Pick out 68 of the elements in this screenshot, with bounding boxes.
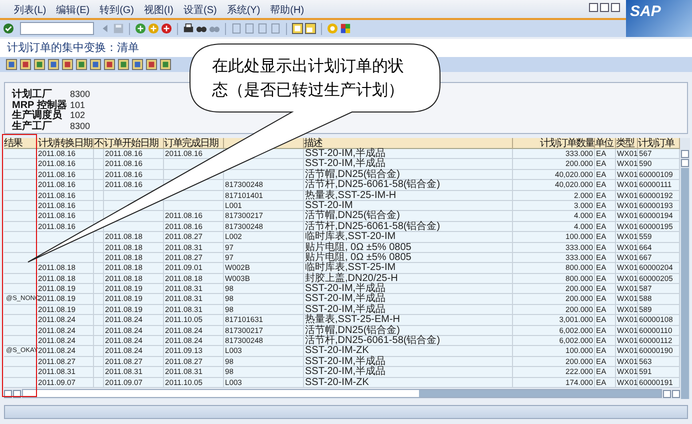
table-cell: SST-20-IM-ZK <box>305 376 369 388</box>
table-cell: 活节帽,DN25(铝合金) <box>305 210 400 222</box>
table-cell: 临时库表,SST-25-IM <box>305 262 396 274</box>
scroll-down-icon[interactable] <box>681 159 689 167</box>
table-cell: 贴片电阻, 0Ω ±5% 0805 <box>305 252 412 263</box>
table-cell: SST-20-IM <box>305 200 353 211</box>
print-icon[interactable] <box>183 23 194 34</box>
page-icon[interactable] <box>244 23 255 34</box>
maximize-icon[interactable] <box>600 3 609 12</box>
command-field[interactable] <box>20 22 94 35</box>
column-header[interactable]: 结果 <box>4 138 22 149</box>
table-cell: 封胶上盖,DN20/25-H <box>305 272 398 284</box>
table-cell: SST-20-IM,半成品 <box>305 366 386 378</box>
table-cell: 贴片电阻, 0Ω ±5% 0805 <box>305 242 412 253</box>
table-cell: 热量表,SST-25-IM-H <box>305 190 396 201</box>
table-cell: 热量表,SST-25-EM-H <box>305 314 400 326</box>
table-cell: 活节杆,DN25-6061-58(铝合金) <box>305 335 440 346</box>
field-label: 生产工厂 <box>12 120 53 133</box>
menu-item[interactable]: 系统(Y) <box>226 4 260 18</box>
field-value: 102 <box>70 110 86 120</box>
field-value: 8300 <box>70 120 90 131</box>
page-icon[interactable] <box>231 23 242 34</box>
table-cell: SST-20-IM-ZK <box>305 345 369 356</box>
menu-item[interactable]: 转到(G) <box>100 4 134 18</box>
scroll-right-icon[interactable] <box>672 390 680 398</box>
close-icon[interactable] <box>611 3 620 12</box>
logo-text: SAP <box>630 3 661 20</box>
column-header[interactable]: 订单完成日期 <box>164 138 218 149</box>
table-cell: 活节杆,DN25-6061-58(铝合金) <box>305 220 440 232</box>
table-cell: 活节杆,DN25-6061-58(铝合金) <box>305 179 440 190</box>
table-cell: SST-20-IM,半成品 <box>305 356 386 367</box>
menu-item[interactable]: 视图(I) <box>144 4 174 18</box>
table-cell: SST-20-IM,半成品 <box>305 148 386 159</box>
horizontal-scrollbar[interactable] <box>4 388 680 399</box>
callout-text: 在此处显示出计划订单的状态（是否已转过生产计划） <box>212 56 405 101</box>
scroll-left-icon[interactable] <box>663 390 671 398</box>
table-cell: SST-20-IM,半成品 <box>305 304 386 315</box>
vertical-scrollbar[interactable] <box>680 138 690 399</box>
column-header[interactable]: 计划订单 <box>638 138 674 149</box>
column-header[interactable]: 计划转换日期 <box>38 138 92 149</box>
column-header[interactable]: 计划订单数量 <box>540 138 594 149</box>
table-cell: SST-20-IM,半成品 <box>305 158 386 170</box>
table-cell: 临时库表,SST-20-IM <box>305 231 396 242</box>
column-header[interactable]: 单位 <box>595 138 613 149</box>
window-icon[interactable] <box>305 23 316 34</box>
field-label: 生产调度员 <box>12 109 62 122</box>
field-value: 101 <box>70 100 86 110</box>
minimize-icon[interactable] <box>589 3 598 12</box>
menu-item[interactable]: 列表(L) <box>14 4 46 18</box>
field-label: MRP 控制器 <box>12 99 68 111</box>
menu-item[interactable]: 设置(S) <box>183 4 217 18</box>
field-value: 8300 <box>70 89 90 100</box>
menu-item[interactable]: 编辑(E) <box>56 4 90 18</box>
column-header[interactable]: 不 <box>94 138 103 149</box>
table-cell: SST-20-IM,半成品 <box>305 293 386 304</box>
field-label: 计划工厂 <box>12 88 52 100</box>
column-header[interactable]: 描述 <box>304 138 322 149</box>
checkmark-icon[interactable] <box>3 23 14 34</box>
menu-item[interactable]: 帮助(H) <box>270 4 304 18</box>
table-cell: 活节帽,DN25(铝合金) <box>305 324 400 336</box>
page-icon[interactable] <box>270 23 281 34</box>
scroll-up-icon[interactable] <box>681 150 689 158</box>
page-icon[interactable] <box>257 23 268 34</box>
palette-icon[interactable] <box>340 23 351 34</box>
column-header[interactable]: 订单开始日期 <box>104 138 158 149</box>
window-icon[interactable] <box>292 23 303 34</box>
table-cell: 活节帽,DN25(铝合金) <box>305 168 400 180</box>
column-header[interactable]: 类型 <box>616 138 634 149</box>
